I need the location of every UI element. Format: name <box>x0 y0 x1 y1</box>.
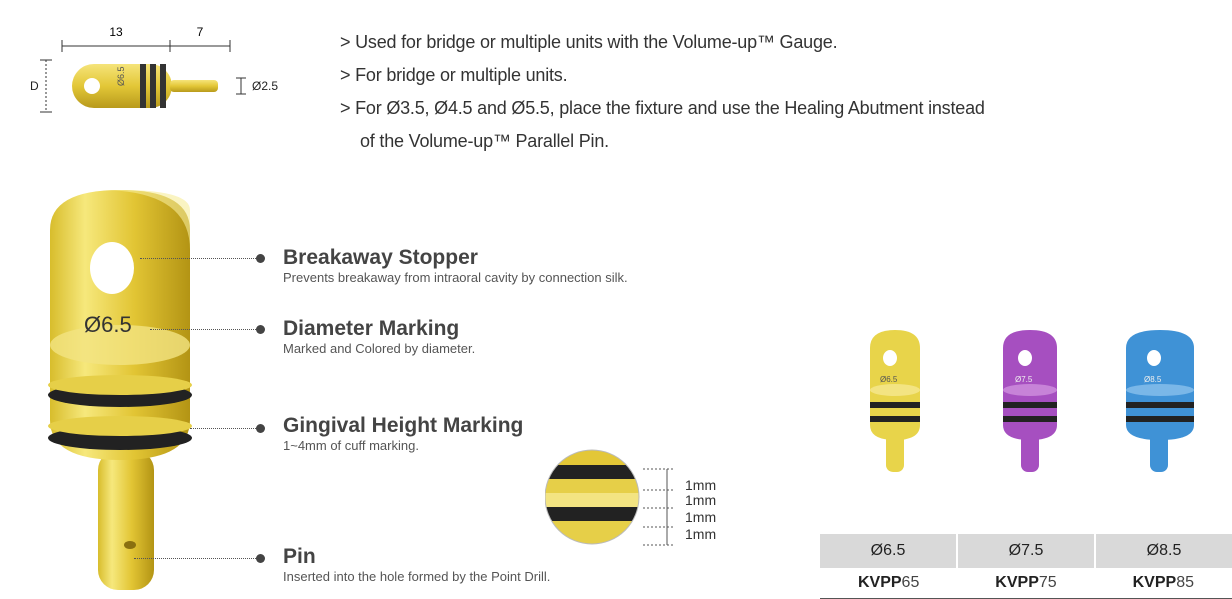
ring-detail-magnifier: 1mm 1mm 1mm 1mm <box>545 449 716 546</box>
product-code-cell: KVPP 85 <box>1095 568 1232 598</box>
variant-marking: Ø6.5 <box>880 375 898 384</box>
variant-marking: Ø7.5 <box>1015 375 1033 384</box>
code-number: 85 <box>1176 574 1194 591</box>
callout-title: Breakaway Stopper <box>283 246 478 269</box>
callout-dot <box>256 325 265 334</box>
callout-title: Pin <box>283 545 316 568</box>
callout-leader <box>134 558 258 559</box>
dim-length-head: 13 <box>109 25 123 39</box>
table-header-row: Ø6.5 Ø7.5 Ø8.5 <box>820 534 1232 568</box>
callout-desc: Prevents breakaway from intraoral cavity… <box>283 270 628 285</box>
callout-leader <box>190 428 258 429</box>
callout-breakaway-stopper: Breakaway Stopper Prevents breakaway fro… <box>283 246 628 286</box>
scale-label: 1mm <box>685 477 716 493</box>
code-number: 75 <box>1038 574 1057 591</box>
dimension-schematic: 13 7 D Ø6.5 Ø2.5 <box>30 25 278 113</box>
parallel-pin-illustration: Ø6.5 <box>48 190 192 590</box>
callout-desc: Inserted into the hole formed by the Poi… <box>283 569 551 584</box>
variant-marking: Ø8.5 <box>1144 375 1162 384</box>
feature-bullets: > Used for bridge or multiple units with… <box>340 26 1220 158</box>
callout-dot <box>256 424 265 433</box>
code-number: 65 <box>901 574 920 591</box>
main-pin-marking: Ø6.5 <box>84 312 132 337</box>
product-variant-pin: Ø6.5 <box>870 330 920 472</box>
bullet-item: > For bridge or multiple units. <box>340 65 568 85</box>
callout-dot <box>256 254 265 263</box>
dim-diameter-label: D <box>30 79 39 93</box>
bullet-continuation: of the Volume-up™ Parallel Pin. <box>360 131 609 151</box>
scale-label: 1mm <box>685 492 716 508</box>
table-row: KVPP 65 KVPP 75 KVPP 85 <box>820 568 1232 599</box>
callout-desc: 1~4mm of cuff marking. <box>283 438 419 453</box>
diameter-cell: Ø7.5 <box>956 534 1094 568</box>
schematic-head-marking: Ø6.5 <box>116 66 126 86</box>
scale-label: 1mm <box>685 509 716 525</box>
code-prefix: KVPP <box>1132 574 1177 591</box>
product-variant-pin: Ø7.5 <box>1003 330 1057 472</box>
callout-title: Gingival Height Marking <box>283 414 524 437</box>
code-prefix: KVPP <box>995 574 1039 591</box>
scale-label: 1mm <box>685 526 716 542</box>
dim-length-pin: 7 <box>197 25 204 39</box>
callout-desc: Marked and Colored by diameter. <box>283 341 476 356</box>
diameter-cell: Ø6.5 <box>820 534 956 568</box>
bullet-item: > For Ø3.5, Ø4.5 and Ø5.5, place the fix… <box>340 92 1220 158</box>
code-prefix: KVPP <box>857 574 902 591</box>
callout-dot <box>256 554 265 563</box>
diameter-cell: Ø8.5 <box>1094 534 1232 568</box>
callout-leader <box>140 258 258 259</box>
product-variant-pin: Ø8.5 <box>1126 330 1194 472</box>
product-code-cell: KVPP 75 <box>957 568 1094 598</box>
callout-gingival-height-marking: Gingival Height Marking 1~4mm of cuff ma… <box>283 414 523 454</box>
callout-diameter-marking: Diameter Marking Marked and Colored by d… <box>283 317 475 357</box>
dim-pin-diameter: Ø2.5 <box>252 79 278 93</box>
callout-leader <box>150 329 258 330</box>
callout-title: Diameter Marking <box>283 317 460 340</box>
product-table: Ø6.5 Ø7.5 Ø8.5 KVPP 65 KVPP 75 KVPP 85 <box>820 534 1232 599</box>
product-code-cell: KVPP 65 <box>820 568 957 598</box>
bullet-item: > Used for bridge or multiple units with… <box>340 32 838 52</box>
callout-pin: Pin Inserted into the hole formed by the… <box>283 545 550 585</box>
